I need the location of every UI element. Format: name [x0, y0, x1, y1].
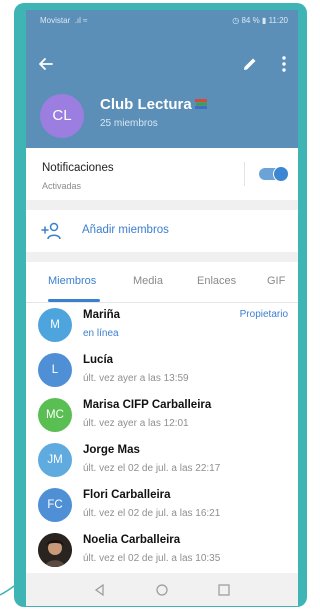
- add-user-icon: [41, 222, 61, 240]
- group-avatar[interactable]: CL: [40, 94, 84, 138]
- divider: [244, 162, 245, 186]
- avatar: MC: [38, 398, 72, 432]
- group-header: Movistar .ıl ≈ ◷ 84 % ▮ 11:20 CL Club Le…: [26, 10, 298, 148]
- wifi-icon: ≈: [83, 16, 88, 25]
- add-members-button[interactable]: Añadir miembros: [26, 210, 298, 252]
- notifications-label: Notificaciones: [42, 162, 114, 174]
- section-gap: [26, 200, 298, 210]
- group-title: Club Lectura: [100, 96, 208, 113]
- carrier-label: Movistar: [40, 16, 71, 25]
- member-row[interactable]: L Lucía últ. vez ayer a las 13:59: [26, 348, 298, 393]
- alarm-icon: ◷: [232, 16, 240, 25]
- edit-pencil-icon[interactable]: [240, 54, 260, 74]
- phone-screen: Movistar .ıl ≈ ◷ 84 % ▮ 11:20 CL Club Le…: [26, 10, 298, 606]
- books-emoji-icon: [194, 99, 207, 109]
- avatar: L: [38, 353, 72, 387]
- member-name: Noelia Carballeira: [83, 534, 181, 546]
- status-bar: Movistar .ıl ≈ ◷ 84 % ▮ 11:20: [26, 10, 298, 32]
- battery-label: 84 %: [241, 16, 260, 25]
- member-status: últ. vez el 02 de jul. a las 10:35: [83, 553, 221, 564]
- tab-media[interactable]: Media: [133, 275, 163, 287]
- tab-links[interactable]: Enlaces: [197, 275, 236, 287]
- avatar: JM: [38, 443, 72, 477]
- members-count: 25 miembros: [100, 118, 158, 129]
- member-status: últ. vez el 02 de jul. a las 22:17: [83, 463, 221, 474]
- nav-recents-icon[interactable]: [216, 582, 232, 598]
- member-role: Propietario: [239, 309, 288, 320]
- toggle-knob: [273, 166, 289, 182]
- member-status: últ. vez ayer a las 13:59: [83, 373, 189, 384]
- member-name: Mariña: [83, 309, 121, 321]
- section-gap: [26, 252, 298, 262]
- back-arrow-icon[interactable]: [36, 54, 56, 74]
- signal-icon: .ıl: [72, 16, 81, 25]
- member-row[interactable]: Noelia Carballeira últ. vez el 02 de jul…: [26, 528, 298, 573]
- member-name: Lucía: [83, 354, 114, 366]
- time-label: 11:20: [268, 16, 288, 25]
- tab-gif[interactable]: GIF: [267, 275, 285, 287]
- notifications-toggle[interactable]: [259, 166, 289, 182]
- media-tabs: Miembros Media Enlaces GIF: [26, 262, 298, 303]
- app-bar: [26, 44, 298, 84]
- group-name: Club Lectura: [100, 96, 192, 113]
- member-row[interactable]: MC Marisa CIFP Carballeira últ. vez ayer…: [26, 393, 298, 438]
- nav-back-icon[interactable]: [92, 582, 108, 598]
- member-status: últ. vez ayer a las 12:01: [83, 418, 189, 429]
- member-row[interactable]: FC Flori Carballeira últ. vez el 02 de j…: [26, 483, 298, 528]
- nav-home-icon[interactable]: [154, 582, 170, 598]
- member-name: Marisa CIFP Carballeira: [83, 399, 212, 411]
- tab-members[interactable]: Miembros: [48, 275, 96, 287]
- avatar: M: [38, 308, 72, 342]
- system-nav-bar: [26, 573, 298, 606]
- add-members-label: Añadir miembros: [82, 224, 169, 236]
- member-status: últ. vez el 02 de jul. a las 16:21: [83, 508, 221, 519]
- active-tab-indicator: [48, 299, 100, 302]
- member-name: Jorge Mas: [83, 444, 140, 456]
- notifications-row[interactable]: Notificaciones Activadas: [26, 148, 298, 200]
- member-row[interactable]: JM Jorge Mas últ. vez el 02 de jul. a la…: [26, 438, 298, 483]
- member-status: en línea: [83, 328, 119, 339]
- notifications-status: Activadas: [42, 181, 82, 191]
- more-options-icon[interactable]: [276, 54, 292, 74]
- member-row[interactable]: M Mariña en línea Propietario: [26, 303, 298, 348]
- battery-icon: ▮: [261, 16, 267, 25]
- member-name: Flori Carballeira: [83, 489, 171, 501]
- photo-avatar: [38, 533, 72, 567]
- avatar: FC: [38, 488, 72, 522]
